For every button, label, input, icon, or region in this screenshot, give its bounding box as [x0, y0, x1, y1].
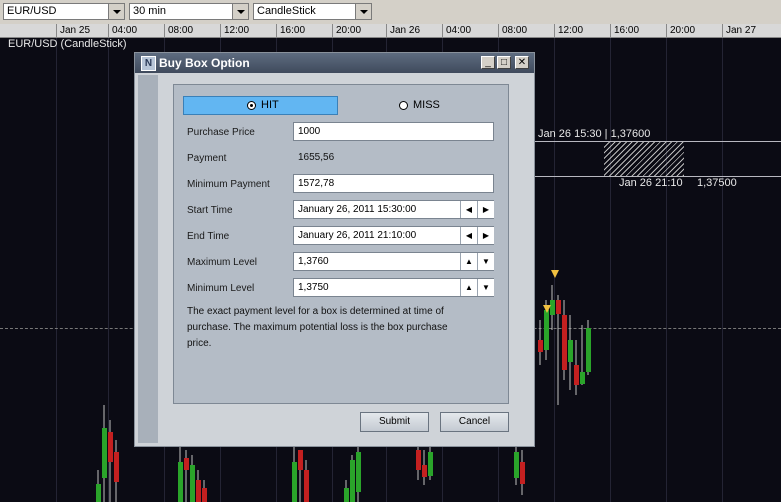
candle-body	[178, 462, 183, 502]
dialog-side-strip	[138, 75, 158, 443]
buy-box-option-dialog: N Buy Box Option _ □ ✕ HIT MISS Purchase…	[134, 52, 535, 447]
dialog-title: Buy Box Option	[159, 56, 250, 70]
submit-button[interactable]: Submit	[360, 412, 429, 432]
maximum-level-up-icon[interactable]: ▲	[460, 253, 477, 270]
payment-label: Payment	[187, 153, 227, 164]
minimum-payment-input[interactable]: 1572,78	[293, 174, 494, 193]
candle-body	[416, 450, 421, 470]
candle-body	[586, 328, 591, 372]
app-logo-icon: N	[141, 56, 156, 71]
candle-body	[184, 458, 189, 470]
candle-body	[350, 460, 355, 502]
candle-body	[428, 452, 433, 476]
start-time-picker[interactable]: January 26, 2011 15:30:00 ◀ ▶	[293, 200, 494, 219]
end-time-picker[interactable]: January 26, 2011 21:10:00 ◀ ▶	[293, 226, 494, 245]
candle-body	[292, 462, 297, 502]
miss-radio[interactable]	[399, 101, 408, 110]
end-time-label: End Time	[187, 231, 230, 242]
candle-body	[356, 452, 361, 492]
maximum-level-stepper[interactable]: 1,3760 ▲ ▼	[293, 252, 494, 271]
marker-triangle	[551, 270, 559, 278]
start-time-value: January 26, 2011 15:30:00	[298, 204, 417, 215]
candle-body	[304, 470, 309, 502]
candle-body	[568, 340, 573, 362]
start-time-prev-icon[interactable]: ◀	[460, 201, 477, 218]
candle-body	[96, 484, 101, 502]
candle-body	[574, 365, 579, 385]
end-time-value: January 26, 2011 21:10:00	[298, 230, 417, 241]
minimum-payment-label: Minimum Payment	[187, 179, 270, 190]
end-time-prev-icon[interactable]: ◀	[460, 227, 477, 244]
minimum-level-stepper[interactable]: 1,3750 ▲ ▼	[293, 278, 494, 297]
candle-body	[562, 315, 567, 370]
miss-label: MISS	[413, 99, 440, 111]
payment-disclaimer-text: The exact payment level for a box is det…	[187, 306, 448, 349]
minimum-level-up-icon[interactable]: ▲	[460, 279, 477, 296]
minimum-level-value: 1,3750	[298, 282, 329, 293]
maximum-level-value: 1,3760	[298, 256, 329, 267]
hit-radio[interactable]	[247, 101, 256, 110]
candle-body	[108, 432, 113, 462]
purchase-price-input[interactable]: 1000	[293, 122, 494, 141]
maximum-level-down-icon[interactable]: ▼	[477, 253, 494, 270]
candle-body	[102, 428, 107, 478]
start-time-label: Start Time	[187, 205, 233, 216]
candle-body	[550, 300, 555, 315]
minimum-level-down-icon[interactable]: ▼	[477, 279, 494, 296]
purchase-price-label: Purchase Price	[187, 127, 255, 138]
candle-body	[580, 372, 585, 384]
candle-body	[422, 465, 427, 477]
close-icon[interactable]: ✕	[515, 56, 529, 69]
candle-body	[556, 300, 561, 314]
candle-body	[298, 450, 303, 470]
candle-body	[344, 488, 349, 502]
maximize-icon[interactable]: □	[497, 56, 511, 69]
payment-value: 1655,56	[298, 152, 335, 163]
candle-body	[202, 488, 207, 502]
candle-body	[544, 310, 549, 350]
candle-body	[190, 465, 195, 502]
candle-body	[538, 340, 543, 352]
dialog-titlebar[interactable]: N Buy Box Option _ □ ✕	[135, 53, 534, 73]
candle-body	[514, 452, 519, 478]
cancel-button[interactable]: Cancel	[440, 412, 509, 432]
hit-label: HIT	[261, 99, 279, 111]
minimum-level-label: Minimum Level	[187, 283, 255, 294]
maximum-level-label: Maximum Level	[187, 257, 258, 268]
candle-body	[520, 462, 525, 484]
minimize-icon[interactable]: _	[481, 56, 495, 69]
end-time-next-icon[interactable]: ▶	[477, 227, 494, 244]
start-time-next-icon[interactable]: ▶	[477, 201, 494, 218]
candle-body	[114, 452, 119, 482]
candle-body	[196, 480, 201, 502]
